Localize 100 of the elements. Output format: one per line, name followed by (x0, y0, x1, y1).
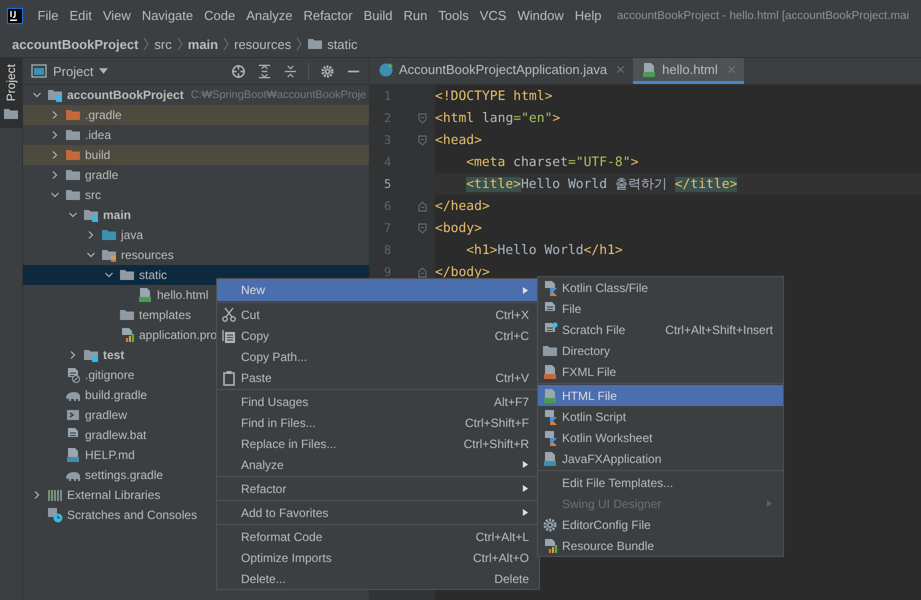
item-label[interactable]: .gradle (85, 108, 122, 122)
fold-marker-icon[interactable] (418, 266, 427, 278)
fold-marker-icon[interactable] (418, 112, 427, 124)
item-label[interactable]: application.pro (139, 328, 218, 342)
menu-item[interactable]: Paste Ctrl+V (217, 367, 539, 388)
menu-bar-item[interactable]: View (97, 8, 136, 23)
item-label[interactable]: .gitignore (85, 368, 134, 382)
tree-item[interactable]: accountBookProject C:₩SpringBoot₩accountBookProje (23, 85, 369, 105)
menu-item[interactable]: Reformat Code Ctrl+Alt+L (217, 526, 539, 547)
menu-bar-item[interactable]: File (32, 8, 64, 23)
tree-item[interactable]: build (23, 145, 369, 165)
menu-item[interactable]: Add to Favorites (217, 502, 539, 523)
dropdown-caret-icon[interactable] (99, 68, 108, 74)
breadcrumb-item[interactable]: resources (234, 36, 292, 52)
menu-item[interactable]: Copy Ctrl+C (217, 325, 539, 346)
item-label[interactable]: gradlew.bat (85, 428, 146, 442)
collapse-all-icon[interactable] (283, 64, 298, 78)
menu-bar-item[interactable]: Analyze (240, 8, 298, 23)
code-line: <html lang="en"> (435, 110, 560, 126)
tree-item[interactable]: main (23, 205, 369, 225)
item-label[interactable]: .idea (85, 128, 112, 142)
item-label[interactable]: src (85, 188, 101, 202)
menu-bar-item[interactable]: Edit (64, 8, 98, 23)
breadcrumb-item[interactable]: accountBookProject (12, 36, 138, 52)
menu-item[interactable]: Replace in Files... Ctrl+Shift+R (217, 433, 539, 454)
menu-item[interactable]: Scratch File Ctrl+Alt+Shift+Insert (538, 319, 783, 340)
menu-item[interactable]: Analyze (217, 454, 539, 475)
editor-tab[interactable]: hello.html (633, 58, 744, 84)
item-label[interactable]: build (85, 148, 110, 162)
menu-item[interactable]: Find Usages Alt+F7 (217, 391, 539, 412)
menu-bar-item[interactable]: Run (398, 8, 433, 23)
tree-item[interactable]: java (23, 225, 369, 245)
tree-item[interactable]: resources (23, 245, 369, 265)
item-label[interactable]: main (103, 208, 132, 222)
expand-all-icon[interactable] (257, 64, 272, 78)
folder-icon (307, 36, 324, 52)
kotlin-script-icon (542, 408, 558, 424)
menu-item[interactable]: New (217, 279, 539, 301)
item-label[interactable]: Scratches and Consoles (67, 508, 198, 522)
item-label[interactable]: build.gradle (85, 388, 148, 402)
menu-bar-item[interactable]: Tools (432, 8, 474, 23)
folder-icon (65, 167, 81, 183)
item-label[interactable]: resources (121, 248, 174, 262)
menu-item[interactable]: Kotlin Script (538, 406, 783, 427)
item-label[interactable]: templates (139, 308, 192, 322)
fold-marker-icon[interactable] (418, 222, 427, 234)
menu-item[interactable]: FXML File (538, 361, 783, 382)
item-label[interactable]: hello.html (157, 288, 208, 302)
fold-marker-icon[interactable] (418, 134, 427, 146)
menu-bar-item[interactable]: Window (512, 8, 570, 23)
project-tool-tab[interactable]: Project (0, 58, 22, 128)
menu-item[interactable]: Kotlin Worksheet (538, 427, 783, 448)
breadcrumb-item[interactable]: main (188, 36, 218, 52)
tree-item[interactable]: src (23, 185, 369, 205)
menu-item[interactable]: Optimize Imports Ctrl+Alt+O (217, 547, 539, 568)
crosshair-icon[interactable] (231, 64, 246, 78)
menu-item[interactable]: Kotlin Class/File (538, 277, 783, 298)
clipboard-icon (221, 370, 237, 386)
resources-folder-icon (101, 247, 117, 263)
menu-bar-item[interactable]: Code (198, 8, 241, 23)
item-label[interactable]: java (121, 228, 144, 242)
menu-item[interactable]: Copy Path... (217, 346, 539, 367)
menu-item[interactable]: Edit File Templates... (538, 472, 783, 493)
tree-item[interactable]: .idea (23, 125, 369, 145)
menu-bar-item[interactable]: Navigate (136, 8, 199, 23)
menu-item[interactable]: Refactor (217, 478, 539, 499)
panel-title[interactable]: Project (53, 64, 94, 78)
menu-item[interactable]: JavaFXApplication (538, 448, 783, 469)
menu-item[interactable]: File (538, 298, 783, 319)
menu-item[interactable]: Cut Ctrl+X (217, 304, 539, 325)
item-label[interactable]: accountBookProject (67, 88, 184, 102)
menu-item[interactable]: Resource Bundle (538, 535, 783, 556)
item-label[interactable]: HELP.md (85, 448, 135, 462)
menu-bar-item[interactable]: Refactor (298, 8, 358, 23)
tree-item[interactable]: .gradle (23, 105, 369, 125)
menu-bar-item[interactable]: VCS (474, 8, 512, 23)
shortcut-label: Ctrl+Alt+L (474, 530, 529, 544)
chevron-icon (296, 37, 302, 51)
fxml-file-icon (542, 364, 558, 380)
item-label[interactable]: static (139, 268, 168, 282)
menu-bar-item[interactable]: Help (569, 8, 607, 23)
item-label[interactable]: gradlew (85, 408, 128, 422)
menu-item[interactable]: Directory (538, 340, 783, 361)
breadcrumb-item[interactable]: src (154, 36, 172, 52)
item-label[interactable]: settings.gradle (85, 468, 164, 482)
app-logo-icon[interactable] (7, 8, 23, 24)
fold-marker-icon[interactable] (418, 200, 427, 212)
breadcrumb-item[interactable]: static (307, 36, 358, 52)
menu-item[interactable]: Delete... Delete (217, 568, 539, 589)
menu-bar-item[interactable]: Build (358, 8, 398, 23)
menu-item[interactable]: HTML File (538, 385, 783, 406)
item-label[interactable]: gradle (85, 168, 118, 182)
settings-icon[interactable] (320, 64, 335, 78)
item-label[interactable]: test (103, 348, 124, 362)
menu-item[interactable]: Find in Files... Ctrl+Shift+F (217, 412, 539, 433)
menu-item[interactable]: EditorConfig File (538, 514, 783, 535)
editor-tab[interactable]: AccountBookProjectApplication.java (370, 58, 634, 84)
tree-item[interactable]: gradle (23, 165, 369, 185)
chevron-icon (176, 37, 183, 51)
item-label[interactable]: External Libraries (67, 488, 160, 502)
